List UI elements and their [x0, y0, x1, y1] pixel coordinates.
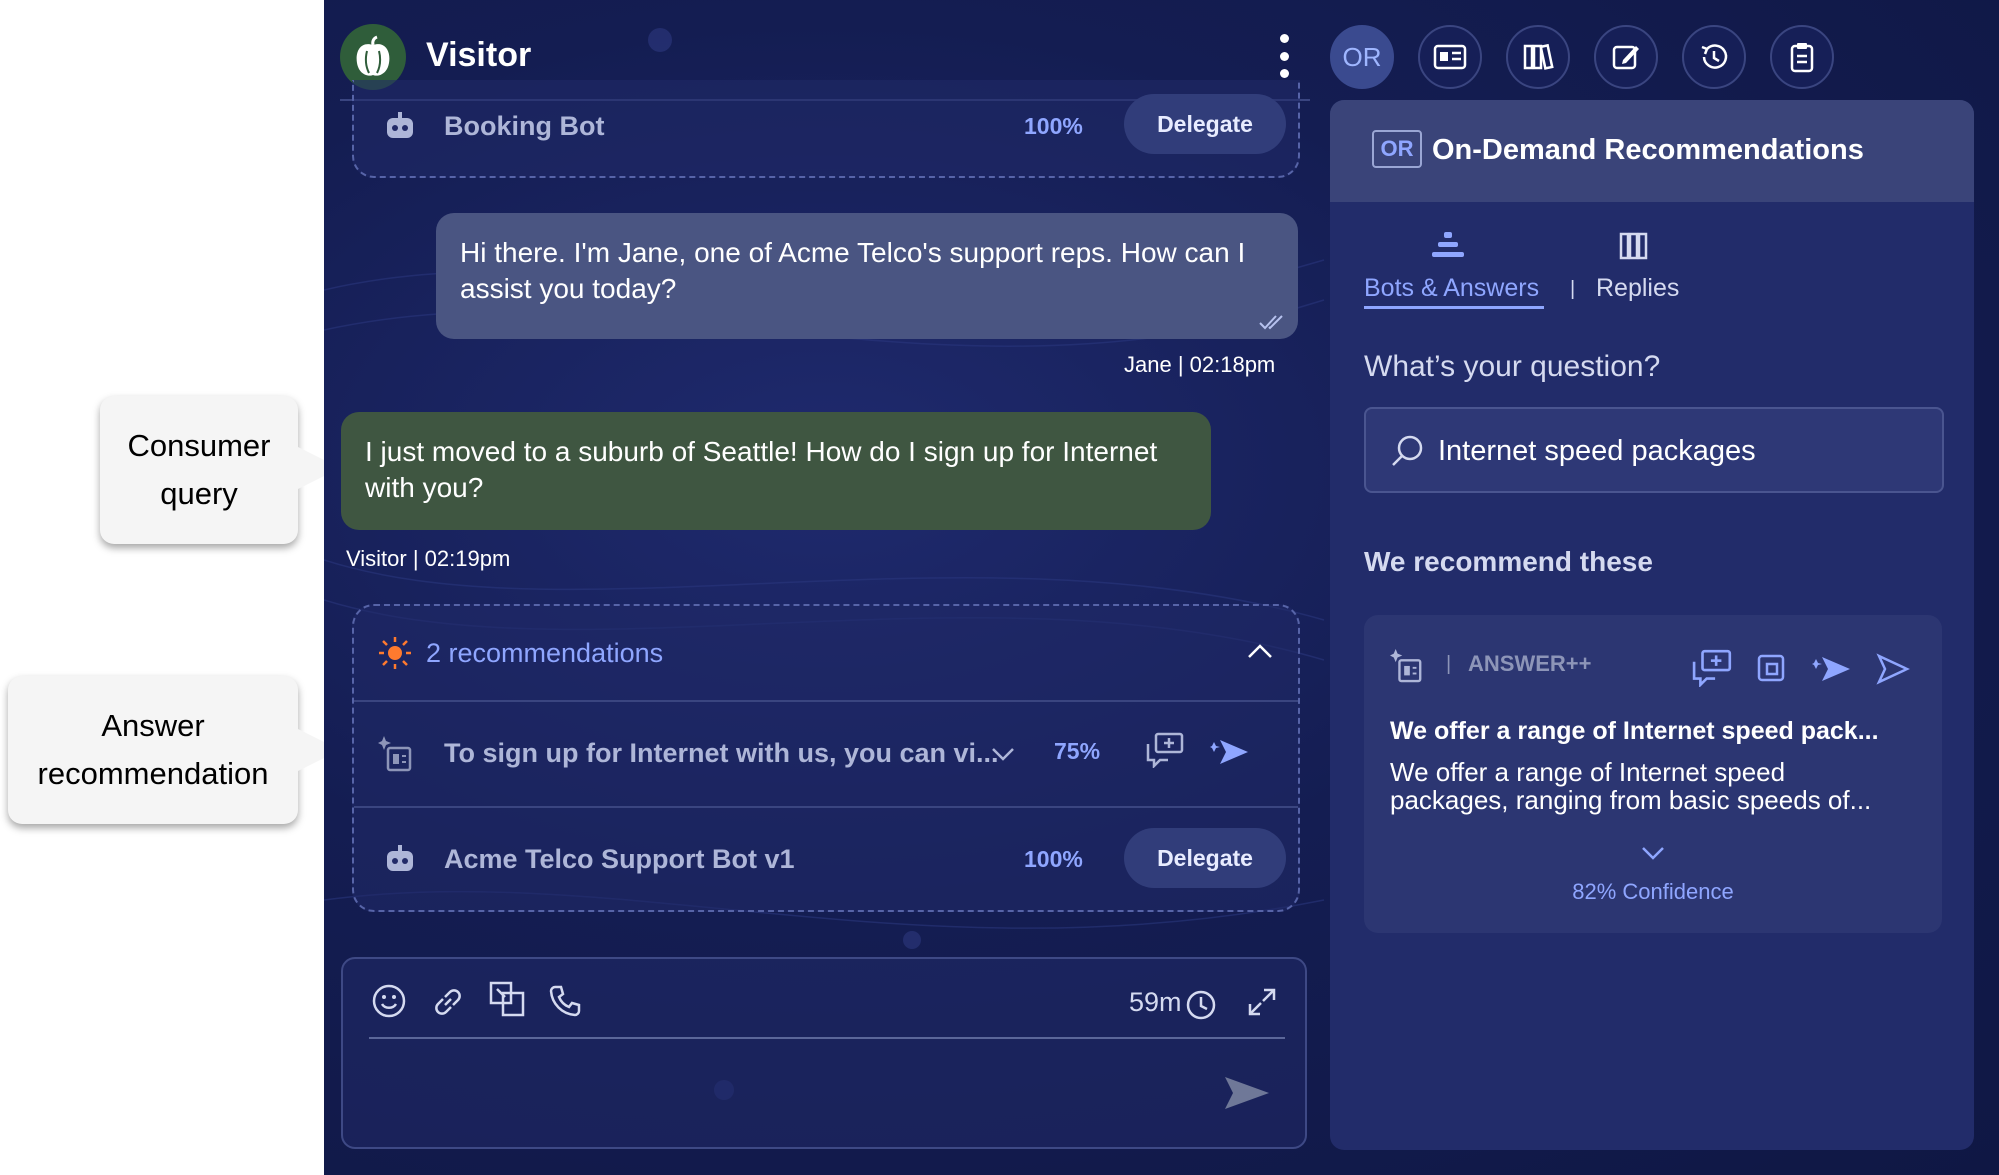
bot-icon: [387, 112, 413, 138]
panel-badge: OR: [1372, 130, 1422, 168]
chevron-down-icon[interactable]: [990, 746, 1016, 762]
chevron-up-icon[interactable]: [1246, 642, 1274, 660]
history-button[interactable]: [1682, 25, 1746, 89]
recommendation-card: | ANSWER++ We offer a range of Internet …: [1364, 615, 1942, 933]
composer-divider: [369, 1037, 1285, 1039]
card-title: We offer a range of Internet speed pack.…: [1390, 717, 1879, 745]
answer-text: To sign up for Internet with us, you can…: [444, 738, 999, 768]
bot-name: Booking Bot: [444, 110, 605, 141]
answer-confidence: 75%: [1054, 738, 1101, 764]
answer-recommendation-row[interactable]: To sign up for Internet with us, you can…: [354, 702, 1298, 804]
consumer-query-callout: Consumer query: [100, 396, 298, 544]
message-input[interactable]: [369, 1045, 1199, 1135]
id-card-icon: [1433, 44, 1467, 70]
delegate-button[interactable]: Delegate: [1124, 828, 1286, 888]
search-icon: [1392, 435, 1423, 466]
consumer-info-button[interactable]: [1418, 25, 1482, 89]
on-demand-recommendations-button[interactable]: OR: [1330, 25, 1394, 89]
callout-line: Consumer: [127, 428, 271, 463]
agent-workspace: Visitor OR Booking Bot 100% Delegate Hi …: [324, 0, 1999, 1175]
bot-confidence: 100%: [1024, 112, 1083, 139]
binders-icon: [1619, 232, 1648, 260]
bot-row: Acme Telco Support Bot v1 100% Delegate: [354, 808, 1298, 910]
bot-icon: [387, 845, 413, 871]
message-composer: 59m: [341, 957, 1307, 1149]
more-options-icon[interactable]: [1274, 34, 1294, 78]
expand-icon[interactable]: [1247, 987, 1277, 1017]
bot-name: Acme Telco Support Bot v1: [444, 843, 795, 874]
clock-icon: [1186, 990, 1216, 1020]
recommend-heading: We recommend these: [1364, 546, 1653, 577]
conversation-title: Visitor: [426, 36, 532, 74]
copy-icon[interactable]: [1756, 653, 1786, 683]
link-icon[interactable]: [431, 985, 465, 1019]
visitor-message-meta: Visitor | 02:19pm: [346, 546, 511, 571]
sun-icon: [379, 637, 411, 669]
ai-answer-icon: [378, 736, 412, 772]
panel-title: On-Demand Recommendations: [1432, 134, 1864, 166]
binders-icon: [1523, 43, 1554, 70]
answer-recommendation-callout: Answer recommendation: [8, 676, 298, 824]
send-icon[interactable]: [1223, 1073, 1271, 1113]
card-separator: |: [1446, 653, 1452, 675]
notes-button[interactable]: [1594, 25, 1658, 89]
tab-bots-answers[interactable]: Bots & Answers: [1364, 274, 1539, 303]
card-body-line: We offer a range of Internet speed: [1390, 757, 1786, 787]
knowledge-base-button[interactable]: [1506, 25, 1570, 89]
bot-confidence: 100%: [1024, 845, 1083, 872]
callout-line: query: [160, 476, 238, 511]
ai-send-icon[interactable]: [1210, 736, 1250, 768]
pepper-icon: [356, 35, 390, 76]
agent-message-meta: Jane | 02:18pm: [1124, 352, 1276, 377]
visitor-message: I just moved to a suburb of Seattle! How…: [341, 412, 1211, 530]
panel-header: OR On-Demand Recommendations: [1330, 100, 1974, 202]
clipboard-icon: [1790, 43, 1814, 73]
edit-icon: [1612, 45, 1639, 70]
on-demand-recommendations-panel: OR On-Demand Recommendations Bots & Answ…: [1330, 100, 1974, 1150]
tab-replies[interactable]: Replies: [1596, 274, 1679, 303]
clipboard-button[interactable]: [1770, 25, 1834, 89]
emoji-icon[interactable]: [371, 983, 407, 1019]
search-field[interactable]: Internet speed packages: [1364, 407, 1944, 493]
card-type: ANSWER++: [1468, 651, 1592, 676]
recommendations-box: 2 recommendations To sign up for Interne…: [352, 604, 1300, 912]
send-icon[interactable]: [1876, 653, 1910, 685]
message-text: I just moved to a suburb of Seattle! How…: [365, 436, 1158, 503]
delegate-button[interactable]: Delegate: [1124, 94, 1286, 154]
conversation-timer: 59m: [1129, 987, 1182, 1017]
question-label: What’s your question?: [1364, 350, 1661, 383]
history-icon: [1701, 44, 1728, 69]
chevron-down-icon[interactable]: [1640, 845, 1666, 861]
recommendations-header[interactable]: 2 recommendations: [354, 606, 1298, 700]
message-text: Hi there. I'm Jane, one of Acme Telco's …: [460, 237, 1246, 304]
read-receipt-icon: [1259, 315, 1283, 330]
agent-message: Hi there. I'm Jane, one of Acme Telco's …: [436, 213, 1298, 339]
card-confidence: 82% Confidence: [1572, 879, 1734, 904]
add-to-reply-icon[interactable]: [1692, 649, 1734, 687]
callout-line: Answer: [101, 708, 205, 743]
tab-separator: |: [1570, 278, 1576, 300]
bot-row: Booking Bot 100% Delegate: [354, 76, 1298, 176]
cobrowse-icon[interactable]: [489, 981, 527, 1019]
callout-line: recommendation: [37, 756, 269, 791]
add-to-reply-icon[interactable]: [1146, 732, 1186, 768]
bots-answers-icon: [1432, 232, 1464, 257]
booking-bot-box: Booking Bot 100% Delegate: [352, 80, 1300, 178]
ai-send-icon[interactable]: [1812, 653, 1852, 685]
recommendations-count: 2 recommendations: [426, 638, 664, 668]
card-body-line: packages, ranging from basic speeds of..…: [1390, 785, 1872, 815]
ai-answer-icon: [1390, 648, 1422, 683]
search-input[interactable]: Internet speed packages: [1438, 435, 1756, 468]
screenshot-stage: Consumer query Answer recommendation Vis…: [0, 0, 1999, 1175]
phone-icon[interactable]: [547, 983, 583, 1019]
active-tab-underline: [1364, 306, 1544, 309]
